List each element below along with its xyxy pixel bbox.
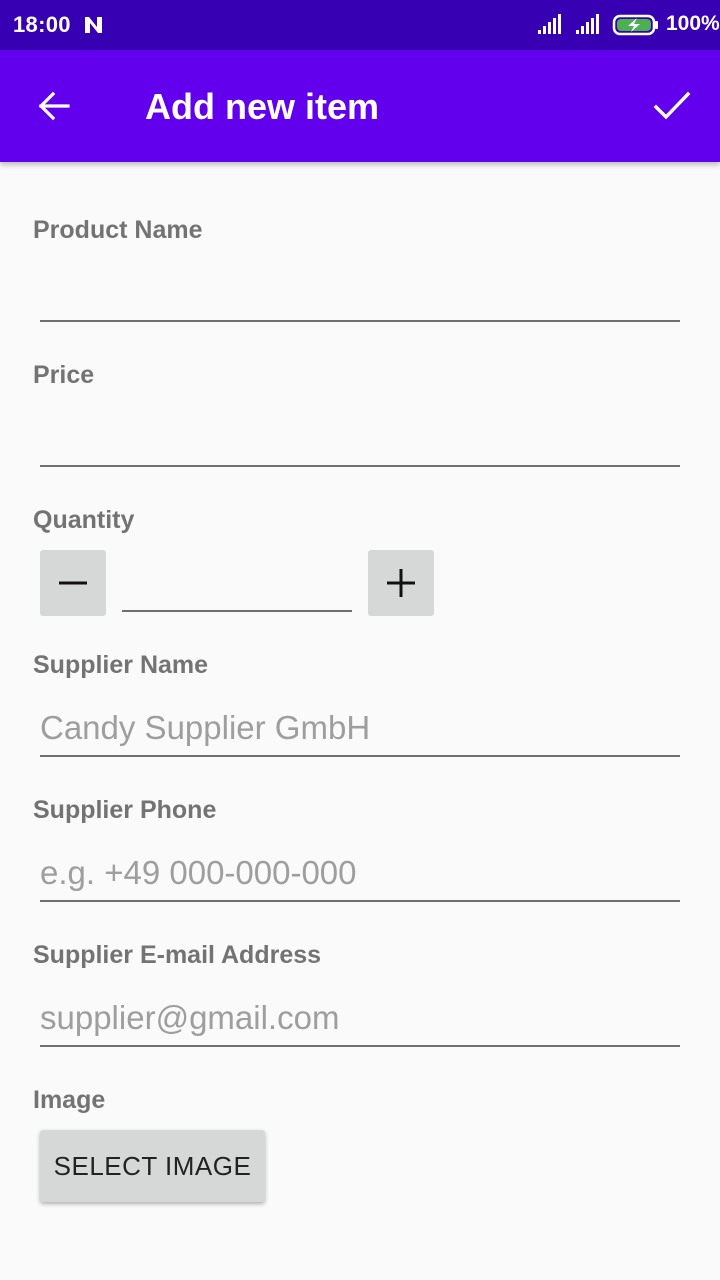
status-bar: 18:00 100% <box>0 0 720 50</box>
arrow-back-icon <box>38 91 70 121</box>
decrement-button[interactable] <box>40 550 106 616</box>
check-icon <box>653 91 691 120</box>
price-label: Price <box>33 361 95 389</box>
image-label: Image <box>33 1086 106 1114</box>
select-image-button[interactable]: SELECT IMAGE <box>40 1130 265 1202</box>
supplier-name-label: Supplier Name <box>33 651 209 679</box>
product-name-input[interactable] <box>40 266 680 322</box>
supplier-name-input[interactable] <box>40 701 680 757</box>
signal-icon <box>576 14 599 34</box>
battery-percent: 100% <box>666 12 720 35</box>
quantity-label: Quantity <box>33 506 135 534</box>
notification-n-icon <box>85 17 102 33</box>
plus-icon <box>387 569 415 597</box>
status-time: 18:00 <box>13 12 71 37</box>
supplier-email-label: Supplier E-mail Address <box>33 941 322 969</box>
minus-icon <box>59 581 87 585</box>
back-button[interactable] <box>30 82 78 130</box>
supplier-phone-input[interactable] <box>40 846 680 902</box>
save-button[interactable] <box>646 82 698 130</box>
quantity-input[interactable] <box>122 556 352 612</box>
signal-icon <box>538 14 561 34</box>
supplier-phone-label: Supplier Phone <box>33 796 217 824</box>
page-title: Add new item <box>145 86 380 127</box>
price-input[interactable] <box>40 411 680 467</box>
battery-charging-icon <box>612 14 658 36</box>
app-bar: Add new item <box>0 50 720 162</box>
supplier-email-input[interactable] <box>40 991 680 1047</box>
product-name-label: Product Name <box>33 216 203 244</box>
increment-button[interactable] <box>368 550 434 616</box>
